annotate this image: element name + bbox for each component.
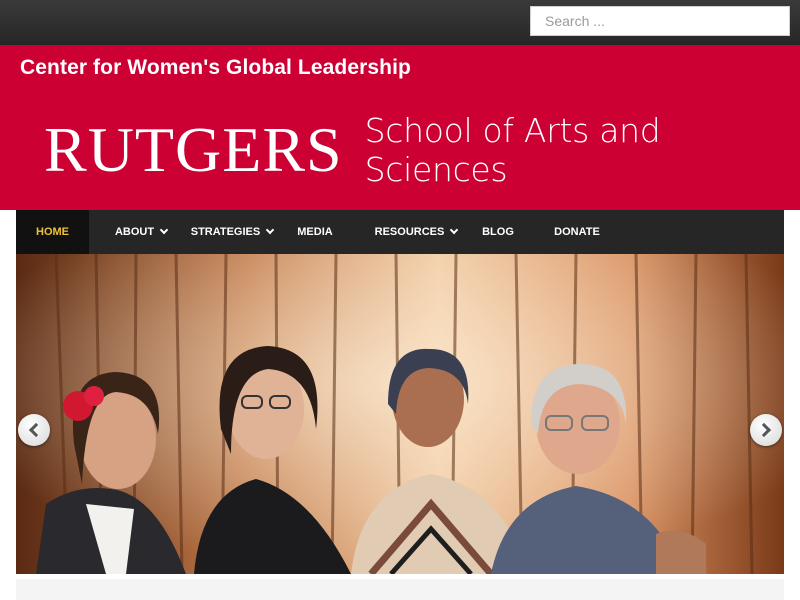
nav-media[interactable]: MEDIA <box>288 210 342 254</box>
hero-photo <box>16 254 784 574</box>
main-nav: HOME ABOUT STRATEGIES MEDIA RESOURCES BL… <box>16 210 784 254</box>
chevron-down-icon <box>159 225 169 235</box>
logo-wordmark: RUTGERS <box>44 114 343 185</box>
nav-label: HOME <box>36 226 69 238</box>
slider-prev-button[interactable] <box>18 414 50 446</box>
logo-school-name: School of Arts and Sciences <box>364 111 661 189</box>
chevron-down-icon <box>450 225 459 235</box>
nav-label: MEDIA <box>297 226 333 238</box>
nav-about[interactable]: ABOUT <box>106 210 176 254</box>
nav-home[interactable]: HOME <box>16 210 89 254</box>
nav-label: RESOURCES <box>374 226 445 238</box>
slider-next-button[interactable] <box>750 414 782 446</box>
site-header: Center for Women's Global Leadership RUT… <box>0 45 800 210</box>
search-input[interactable] <box>530 6 790 36</box>
nav-blog[interactable]: BLOG <box>476 210 520 254</box>
nav-label: ABOUT <box>114 226 155 238</box>
nav-label: DONATE <box>554 226 600 238</box>
hero-slider <box>16 254 784 574</box>
chevron-down-icon <box>265 225 275 235</box>
nav-label: BLOG <box>482 226 514 238</box>
nav-label: STRATEGIES <box>190 226 261 238</box>
chevron-left-icon <box>28 422 44 438</box>
nav-donate[interactable]: DONATE <box>548 210 606 254</box>
content-area <box>16 579 784 600</box>
chevron-right-icon <box>756 422 772 438</box>
site-title-link[interactable]: Center for Women's Global Leadership <box>20 56 411 80</box>
utility-bar <box>0 0 800 45</box>
nav-resources[interactable]: RESOURCES <box>371 210 461 254</box>
nav-strategies[interactable]: STRATEGIES <box>186 210 278 254</box>
rutgers-sas-logo[interactable]: RUTGERS School of Arts and Sciences <box>44 108 800 192</box>
